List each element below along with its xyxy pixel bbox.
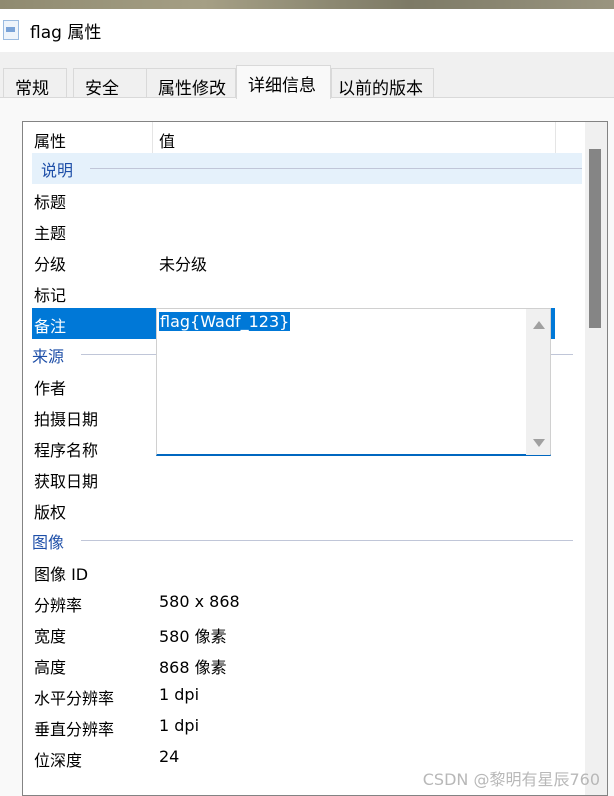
- group-header[interactable]: 说明: [32, 153, 582, 184]
- property-name: 获取日期: [34, 472, 99, 491]
- property-row[interactable]: 标题: [32, 184, 555, 215]
- property-name: 位深度: [34, 751, 83, 770]
- tab-attribute-modify[interactable]: 属性修改: [146, 68, 236, 99]
- tab-details[interactable]: 详细信息: [236, 65, 331, 99]
- property-name: 备注: [34, 317, 67, 336]
- scrollbar-thumb[interactable]: [589, 149, 601, 328]
- tab-bar: 常规 安全 属性修改 详细信息 以前的版本: [0, 52, 614, 99]
- comment-editor[interactable]: flag{Wadf_123}: [156, 308, 551, 456]
- tab-general[interactable]: 常规: [3, 68, 67, 99]
- property-row[interactable]: 图像 ID: [32, 556, 555, 587]
- list-header: 属性 值: [23, 122, 556, 153]
- property-name: 图像 ID: [34, 565, 89, 584]
- property-name: 高度: [34, 658, 67, 677]
- comment-value[interactable]: flag{Wadf_123}: [159, 312, 291, 331]
- property-name: 标记: [34, 286, 67, 305]
- column-divider[interactable]: [152, 122, 153, 153]
- column-header-property[interactable]: 属性: [34, 128, 66, 152]
- editor-scrollbar[interactable]: [526, 309, 550, 455]
- property-row[interactable]: 主题: [32, 215, 555, 246]
- group-label: 图像: [32, 533, 65, 552]
- property-value[interactable]: 868 像素: [159, 654, 227, 678]
- property-row[interactable]: 宽度 580 像素: [32, 618, 555, 649]
- property-name: 版权: [34, 503, 67, 522]
- property-row[interactable]: 垂直分辨率 1 dpi: [32, 711, 555, 742]
- property-row[interactable]: 水平分辨率 1 dpi: [32, 680, 555, 711]
- property-name: 垂直分辨率: [34, 720, 115, 739]
- property-value[interactable]: 580 像素: [159, 623, 227, 647]
- watermark: CSDN @黎明有星辰760: [422, 770, 600, 789]
- property-name: 分辨率: [34, 596, 83, 615]
- group-label: 来源: [32, 347, 65, 366]
- scroll-up-arrow-icon[interactable]: [533, 321, 545, 329]
- property-name: 主题: [34, 224, 67, 243]
- property-value[interactable]: 580 x 868: [159, 592, 240, 611]
- property-value[interactable]: 1 dpi: [159, 685, 199, 704]
- property-name: 分级: [34, 255, 67, 274]
- property-name: 程序名称: [34, 441, 99, 460]
- property-name: 标题: [34, 193, 67, 212]
- group-header[interactable]: 图像: [23, 525, 573, 556]
- group-label: 说明: [41, 161, 74, 180]
- property-row[interactable]: 分级 未分级: [32, 246, 555, 277]
- property-row[interactable]: 标记: [32, 277, 555, 308]
- jpg-file-icon: [3, 20, 19, 40]
- tab-security[interactable]: 安全: [73, 68, 147, 99]
- property-value[interactable]: 1 dpi: [159, 716, 199, 735]
- property-row[interactable]: 高度 868 像素: [32, 649, 555, 680]
- property-row[interactable]: 版权: [32, 494, 555, 525]
- property-value[interactable]: 24: [159, 747, 179, 766]
- column-divider: [555, 122, 556, 153]
- property-list[interactable]: 属性 值 说明标题主题分级 未分级标记备注来源作者拍摄日期程序名称获取日期版权图像…: [22, 121, 608, 796]
- group-divider: [81, 540, 573, 541]
- tab-previous-versions[interactable]: 以前的版本: [331, 68, 434, 99]
- column-header-value[interactable]: 值: [159, 128, 175, 152]
- property-name: 拍摄日期: [34, 410, 99, 429]
- window-title: flag 属性: [30, 23, 102, 43]
- property-name: 宽度: [34, 627, 67, 646]
- list-scrollbar[interactable]: [585, 122, 607, 795]
- property-name: 作者: [34, 379, 67, 398]
- property-row[interactable]: 分辨率 580 x 868: [32, 587, 555, 618]
- scroll-down-arrow-icon[interactable]: [533, 439, 545, 447]
- desktop-background-strip: [0, 0, 614, 9]
- property-row[interactable]: 获取日期: [32, 463, 555, 494]
- title-bar: flag 属性: [0, 9, 614, 52]
- property-value[interactable]: 未分级: [159, 251, 207, 275]
- property-name: 水平分辨率: [34, 689, 115, 708]
- group-divider: [90, 168, 582, 169]
